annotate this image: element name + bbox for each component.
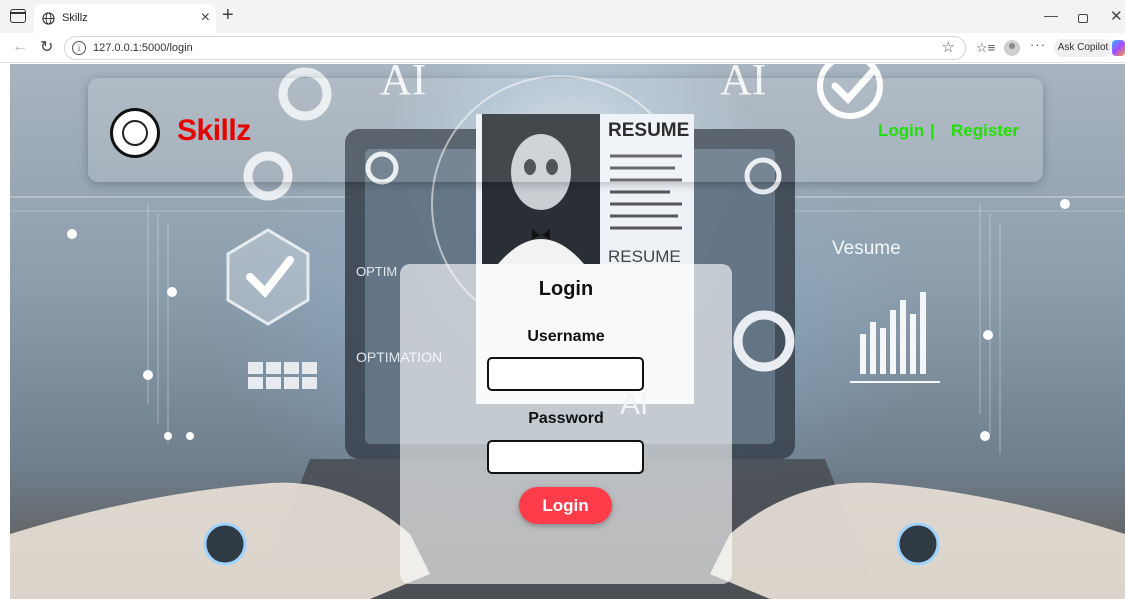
- reload-icon[interactable]: ↻: [40, 37, 53, 57]
- ask-copilot-button[interactable]: Ask Copilot: [1054, 39, 1112, 57]
- window-close-icon[interactable]: ✕: [1110, 7, 1123, 25]
- skillz-logo[interactable]: [110, 108, 160, 158]
- vesume-text: Vesume: [832, 238, 901, 259]
- username-label: Username: [527, 328, 605, 345]
- brand-name[interactable]: Skillz: [177, 114, 251, 148]
- glow-dot: [186, 432, 194, 440]
- page-viewport: RESUME RESUME AI AI AI: [10, 64, 1125, 599]
- minimize-icon[interactable]: —: [1044, 7, 1058, 23]
- glow-dot: [164, 432, 172, 440]
- copilot-logo-icon[interactable]: [1112, 40, 1125, 56]
- nav-register-link[interactable]: Register: [951, 121, 1019, 141]
- glow-dot: [980, 431, 990, 441]
- site-info-icon[interactable]: i: [72, 41, 86, 55]
- tab-actions-icon[interactable]: [10, 9, 26, 23]
- more-menu-icon[interactable]: ···: [1030, 37, 1046, 52]
- globe-icon: [42, 12, 55, 25]
- username-field[interactable]: [487, 357, 644, 391]
- profile-avatar[interactable]: [1004, 40, 1020, 56]
- nav-separator: |: [930, 121, 935, 140]
- glow-dot: [67, 229, 77, 239]
- glow-dot: [983, 330, 993, 340]
- favorite-star-icon[interactable]: ☆: [942, 38, 955, 56]
- nav-login-link[interactable]: Login: [878, 121, 924, 141]
- password-field[interactable]: [487, 440, 644, 474]
- login-form-card: Login Username Password Login: [400, 264, 732, 584]
- optim-text: OPTIM: [356, 264, 397, 279]
- new-tab-icon[interactable]: +: [222, 3, 234, 27]
- browser-tabstrip: Skillz × + — ✕: [0, 0, 1125, 33]
- glow-dot: [1060, 199, 1070, 209]
- check-badge-icon: [226, 228, 310, 326]
- login-button[interactable]: Login: [519, 487, 612, 524]
- maximize-icon[interactable]: [1078, 14, 1088, 23]
- favorites-list-icon[interactable]: ☆≡: [976, 40, 995, 56]
- tab-title: Skillz: [62, 12, 88, 24]
- address-bar[interactable]: i 127.0.0.1:5000/login ☆: [64, 36, 966, 60]
- browser-toolbar: ← ↻ i 127.0.0.1:5000/login ☆ ☆≡ ··· Ask …: [0, 33, 1125, 63]
- browser-tab[interactable]: Skillz ×: [34, 4, 216, 33]
- back-arrow-icon[interactable]: ←: [12, 38, 28, 56]
- glow-dot: [143, 370, 153, 380]
- url-text[interactable]: 127.0.0.1:5000/login: [93, 42, 193, 54]
- password-label: Password: [528, 410, 604, 427]
- form-title: Login: [538, 278, 594, 300]
- resume-search-icon: [122, 120, 148, 146]
- close-tab-icon[interactable]: ×: [201, 8, 210, 28]
- glow-dot: [167, 287, 177, 297]
